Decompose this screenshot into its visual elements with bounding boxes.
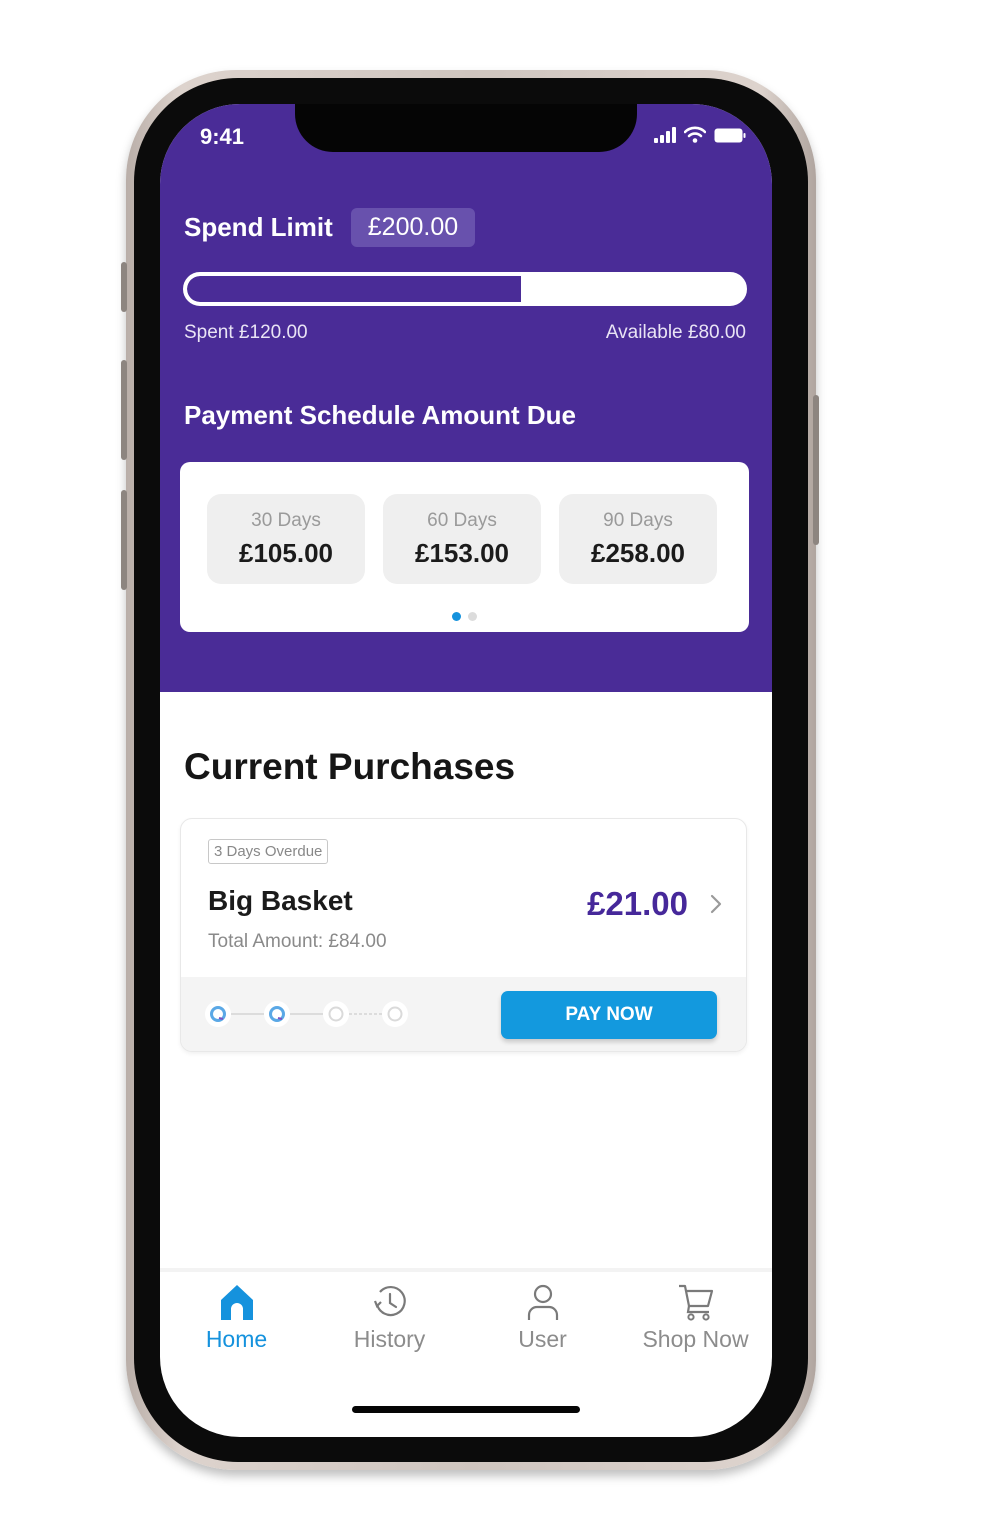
amount-due: £21.00 [587,885,688,922]
history-icon [373,1285,406,1317]
tab-shop-now[interactable]: Shop Now [619,1272,772,1372]
spend-header: 9:41 Spend Limit £200.00 Spent £120.00 A… [160,104,772,692]
home-icon [220,1285,253,1320]
spend-limit-label: Spend Limit [184,212,333,242]
volume-down-button [121,490,127,590]
installment-paid-icon [205,1001,231,1027]
tab-label: Shop Now [642,1326,749,1352]
schedule-carousel[interactable]: 30 Days £105.00 60 Days £153.00 90 Days … [180,462,749,632]
power-button [813,395,819,545]
tab-label: Home [205,1326,268,1352]
spend-progress-bar [183,272,747,306]
tab-label: User [518,1326,567,1352]
tab-history[interactable]: History [313,1272,466,1372]
user-icon [527,1284,558,1320]
step-connector [231,1013,264,1015]
notch [295,104,637,152]
step-connector [290,1013,323,1015]
battery-icon [714,128,746,143]
pager-dot-active[interactable] [452,612,461,621]
schedule-days: 90 Days [603,509,673,531]
purchase-card-footer: PAY NOW [181,977,746,1051]
purchase-card[interactable]: 3 Days Overdue Big Basket Total Amount: … [180,818,747,1052]
tab-home[interactable]: Home [160,1272,313,1372]
mute-switch [121,262,127,312]
cellular-signal-icon [654,127,676,143]
step-connector [349,1013,382,1015]
schedule-title: Payment Schedule Amount Due [184,400,576,430]
cart-icon [678,1284,713,1321]
pager-dot[interactable] [468,612,477,621]
tab-user[interactable]: User [466,1272,619,1372]
volume-up-button [121,360,127,460]
installment-paid-icon [264,1001,290,1027]
installment-steps [205,1001,408,1027]
schedule-amount: £105.00 [239,537,333,568]
spend-limit-amount: £200.00 [350,208,476,247]
pay-now-button[interactable]: PAY NOW [501,991,717,1039]
chevron-right-icon[interactable] [704,889,728,919]
installment-pending-icon [382,1001,408,1027]
spend-progress-fill [187,276,521,302]
schedule-days: 60 Days [427,509,497,531]
bottom-tab-bar: Home History User Shop Now [160,1272,772,1372]
schedule-days: 30 Days [251,509,321,531]
schedule-tile-60-days[interactable]: 60 Days £153.00 [383,494,541,584]
spent-amount: Spent £120.00 [184,322,308,343]
installment-pending-icon [323,1001,349,1027]
current-purchases-title: Current Purchases [184,746,516,787]
spend-limit-row: Spend Limit £200.00 [184,208,476,247]
merchant-name: Big Basket [208,885,353,916]
home-indicator[interactable] [352,1406,580,1413]
carousel-pager [180,612,749,621]
schedule-amount: £258.00 [591,537,685,568]
schedule-tile-90-days[interactable]: 90 Days £258.00 [559,494,717,584]
available-amount: Available £80.00 [605,322,746,343]
total-amount: Total Amount: £84.00 [208,931,387,952]
schedule-tile-30-days[interactable]: 30 Days £105.00 [207,494,365,584]
schedule-amount: £153.00 [415,537,509,568]
wifi-icon [684,126,706,143]
status-icons [654,126,746,143]
tab-label: History [353,1326,426,1352]
app-screen: 9:41 Spend Limit £200.00 Spent £120.00 A… [160,104,772,1437]
status-time: 9:41 [200,124,245,149]
overdue-badge: 3 Days Overdue [208,839,329,864]
